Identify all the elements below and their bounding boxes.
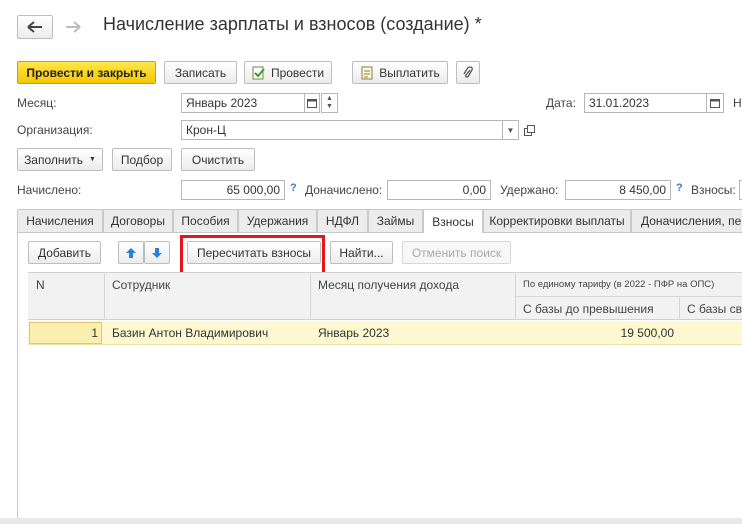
withheld-field[interactable]: 8 450,00 [565,180,671,200]
arrow-right-icon [66,21,81,33]
post-button-label: Провести [270,65,325,80]
select-button[interactable]: Подбор [112,148,172,171]
fill-button-label: Заполнить [24,152,83,167]
accrued-label: Начислено: [17,183,82,197]
col-divider [104,272,105,320]
move-up-button[interactable] [118,241,144,264]
date-field[interactable]: 31.01.2023 [584,93,707,113]
tab-benefits[interactable]: Пособия [173,209,238,232]
org-field[interactable]: Крон-Ц [181,120,503,140]
add-button[interactable]: Добавить [28,241,101,264]
stepper-down-icon: ▼ [326,103,333,110]
row-month[interactable]: Январь 2023 [318,322,389,344]
tab-ndfl[interactable]: НДФЛ [317,209,368,232]
pay-button-label: Выплатить [379,65,440,80]
save-button[interactable]: Записать [164,61,237,84]
stepper-up-icon: ▲ [326,95,333,102]
paperclip-icon [463,65,473,78]
org-dropdown-button[interactable]: ▼ [503,120,519,140]
arrow-left-icon [27,21,42,33]
number-label: Н [733,96,742,110]
move-down-button[interactable] [144,241,170,264]
row-employee[interactable]: Базин Антон Владимирович [112,322,268,344]
date-calendar-button[interactable] [707,93,724,113]
col-header-base-over[interactable]: С базы св [687,302,742,316]
forward-button[interactable] [58,15,88,39]
row-base-before[interactable]: 19 500,00 [516,322,674,344]
back-button[interactable] [17,15,53,39]
col-header-n[interactable]: N [36,278,45,292]
month-stepper[interactable]: ▲ ▼ [321,93,338,113]
group-divider [515,296,742,297]
chevron-down-icon: ▼ [88,156,96,163]
post-doc-icon [252,66,265,79]
clear-button[interactable]: Очистить [181,148,255,171]
find-button[interactable]: Найти... [330,241,393,264]
month-label: Месяц: [17,96,57,110]
tab-contracts[interactable]: Договоры [103,209,173,232]
org-open-button[interactable] [521,120,538,140]
tab-contributions[interactable]: Взносы [423,209,483,233]
fill-button[interactable]: Заполнить ▼ [17,148,103,171]
close-area[interactable] [732,0,742,10]
calendar-button[interactable] [305,93,320,113]
col-header-base-before[interactable]: С базы до превышения [523,302,654,316]
pay-doc-icon [361,66,373,79]
tab-accruals[interactable]: Начисления [17,209,103,232]
col-divider [679,297,680,320]
arrow-up-icon [126,247,136,258]
withheld-help-icon[interactable]: ? [676,182,683,194]
tab-deductions[interactable]: Удержания [238,209,317,232]
accrued-help-icon[interactable]: ? [290,182,297,194]
col-header-employee[interactable]: Сотрудник [112,278,170,292]
col-header-month[interactable]: Месяц получения дохода [318,278,459,292]
calendar-icon [307,99,317,108]
row-n[interactable]: 1 [30,322,98,344]
open-window-icon [524,124,535,136]
withheld-label: Удержано: [500,183,559,197]
pay-button[interactable]: Выплатить [352,61,448,84]
attach-button[interactable] [456,61,480,84]
tab-payment-corrections[interactable]: Корректировки выплаты [483,209,631,232]
post-and-close-button[interactable]: Провести и закрыть [17,61,156,84]
tab-additional-accruals[interactable]: Доначисления, пер [631,209,742,232]
arrow-down-icon [152,247,162,258]
extra-label: Доначислено: [305,183,383,197]
extra-field[interactable]: 0,00 [387,180,491,200]
page-title: Начисление зарплаты и взносов (создание)… [103,14,482,34]
contrib-label: Взносы: [691,183,736,197]
chevron-down-icon: ▼ [506,125,515,135]
month-field[interactable]: Январь 2023 [181,93,305,113]
col-divider [310,272,311,320]
cancel-search-button[interactable]: Отменить поиск [402,241,511,264]
org-label: Организация: [17,123,93,137]
window-bottom-edge [0,518,742,524]
calendar-icon [710,99,720,108]
col-header-group: По единому тарифу (в 2022 - ПФР на ОПС) [523,279,715,290]
accrued-field[interactable]: 65 000,00 [181,180,285,200]
tab-loans[interactable]: Займы [368,209,423,232]
recalc-contributions-button[interactable]: Пересчитать взносы [187,241,321,264]
post-button[interactable]: Провести [244,61,332,84]
date-label: Дата: [546,96,576,110]
